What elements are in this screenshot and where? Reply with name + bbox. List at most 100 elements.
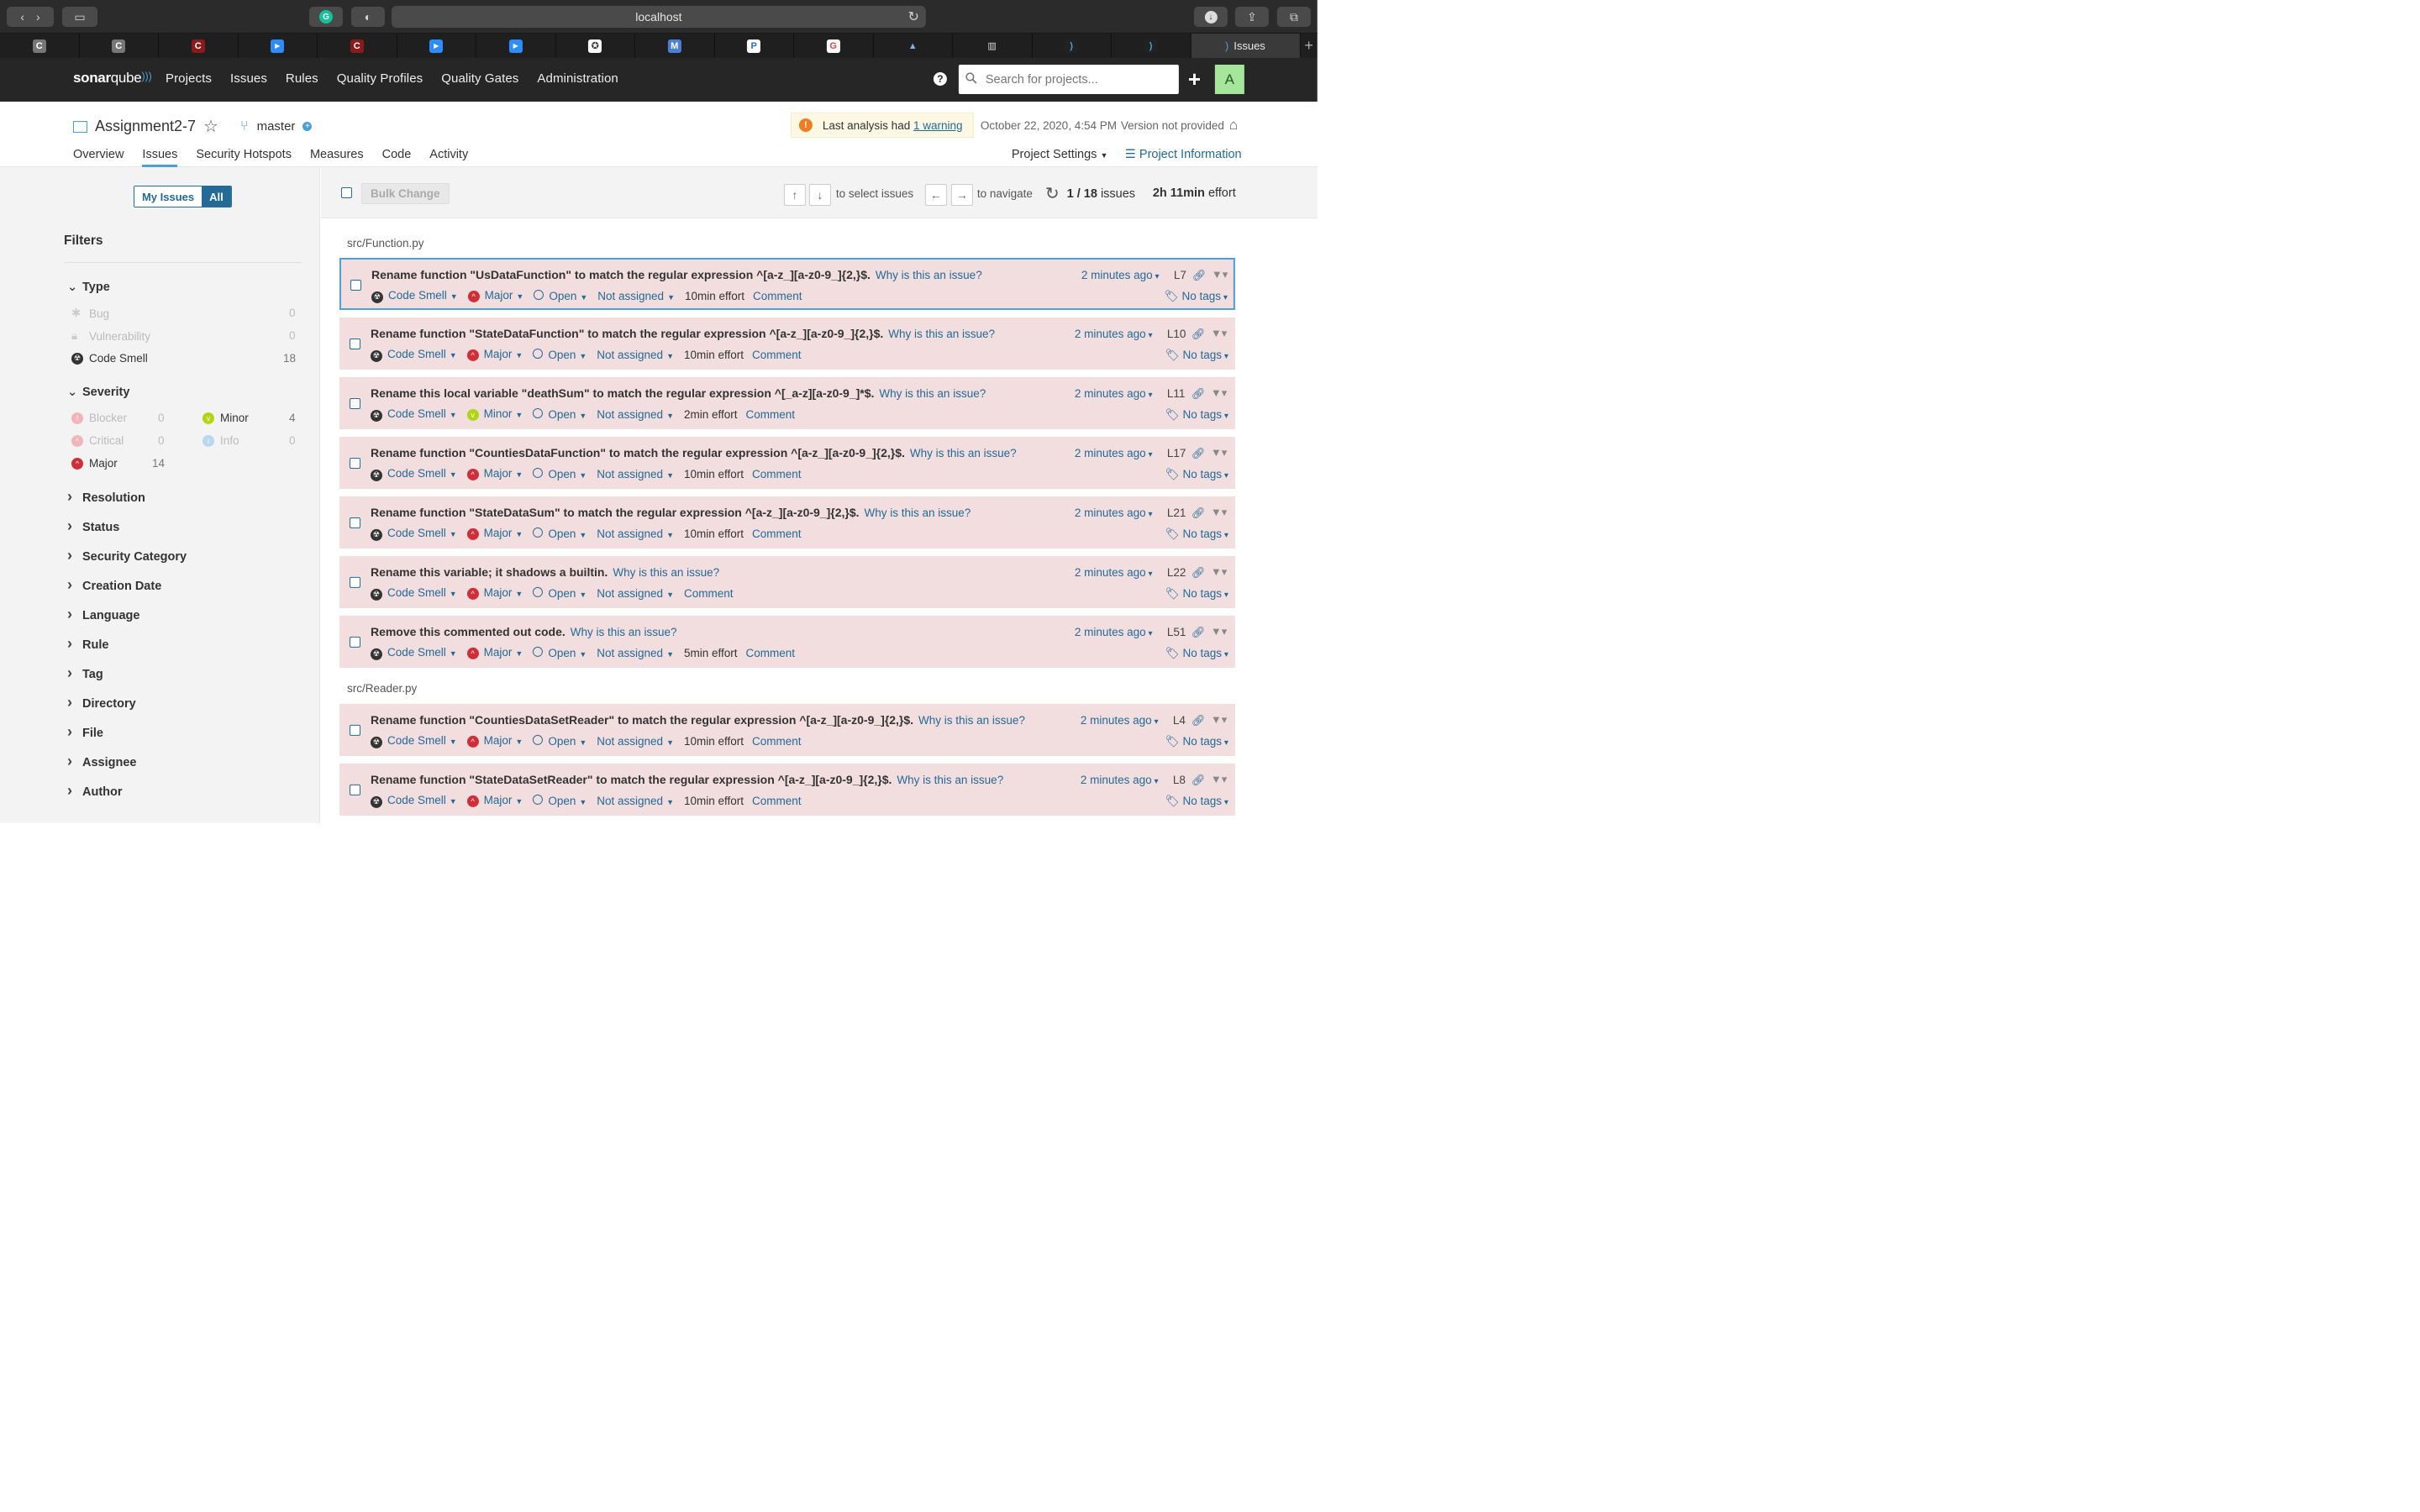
browser-tab[interactable]: ▶: [476, 33, 556, 58]
filter-funnel-icon[interactable]: ▼▾: [1211, 625, 1227, 638]
facet-security-category-header[interactable]: › Security Category: [67, 548, 187, 564]
issue-creation-time[interactable]: 2 minutes ago ▾: [1081, 714, 1159, 727]
issue-status-dropdown[interactable]: Open ▼: [534, 289, 587, 302]
filter-funnel-icon[interactable]: ▼▾: [1211, 386, 1227, 400]
browser-tab[interactable]: C: [159, 33, 239, 58]
browser-tab[interactable]: ▲: [873, 33, 953, 58]
facet-severity-info[interactable]: i Info: [202, 434, 239, 447]
issue-line-number[interactable]: L11: [1167, 387, 1186, 400]
issue-row[interactable]: Rename this local variable "deathSum" to…: [339, 376, 1235, 429]
issue-checkbox[interactable]: [349, 724, 360, 736]
nav-link-quality-gates[interactable]: Quality Gates: [441, 71, 518, 86]
browser-tab[interactable]: G: [794, 33, 874, 58]
issue-assignee-dropdown[interactable]: Not assigned ▼: [597, 735, 674, 748]
issue-type-dropdown[interactable]: ☢ Code Smell ▼: [370, 646, 457, 660]
sonarqube-logo[interactable]: sonarqube))): [73, 70, 152, 87]
issue-checkbox[interactable]: [349, 397, 360, 409]
nav-link-rules[interactable]: Rules: [286, 71, 318, 86]
issue-comment-link[interactable]: Comment: [753, 290, 802, 302]
facet-assignee-header[interactable]: › Assignee: [67, 753, 136, 769]
my-issues-button[interactable]: My Issues: [134, 186, 203, 207]
issue-type-dropdown[interactable]: ☢ Code Smell ▼: [370, 467, 457, 481]
facet-type-bug[interactable]: ✱ Bug: [71, 307, 109, 320]
project-name[interactable]: Assignment2-7: [95, 118, 196, 135]
project-search-box[interactable]: [958, 64, 1179, 94]
why-is-this-an-issue-link[interactable]: Why is this an issue?: [910, 447, 1017, 459]
issue-tags-dropdown[interactable]: 🏷︎ No tags ▾: [1165, 408, 1228, 422]
tab-issues[interactable]: Issues: [142, 148, 178, 167]
why-is-this-an-issue-link[interactable]: Why is this an issue?: [897, 774, 1003, 786]
facet-severity-major[interactable]: ^ Major: [71, 457, 118, 470]
permalink-chain-icon[interactable]: 🔗︎: [1192, 507, 1206, 520]
nav-link-quality-profiles[interactable]: Quality Profiles: [337, 71, 423, 86]
facet-severity-critical[interactable]: ^ Critical: [71, 434, 124, 447]
issue-severity-dropdown[interactable]: ^ Major ▼: [466, 794, 523, 808]
issue-message[interactable]: Remove this commented out code. Why is th…: [371, 625, 677, 638]
why-is-this-an-issue-link[interactable]: Why is this an issue?: [918, 714, 1025, 727]
issue-checkbox[interactable]: [349, 338, 360, 349]
permalink-chain-icon[interactable]: 🔗︎: [1192, 626, 1206, 639]
issue-severity-dropdown[interactable]: ^ Major ▼: [466, 348, 523, 362]
favorite-star-icon[interactable]: ☆: [203, 116, 218, 137]
issue-message[interactable]: Rename function "StateDataSetReader" to …: [371, 773, 1003, 786]
issue-row[interactable]: Rename function "UsDataFunction" to matc…: [339, 257, 1235, 310]
browser-tab[interactable]: C: [318, 33, 397, 58]
project-settings-menu[interactable]: Project Settings ▼: [1012, 148, 1108, 161]
issue-checkbox[interactable]: [350, 279, 361, 291]
issue-severity-dropdown[interactable]: ^ Major ▼: [466, 527, 523, 541]
issue-assignee-dropdown[interactable]: Not assigned ▼: [597, 408, 674, 421]
issue-severity-dropdown[interactable]: ^ Major ▼: [466, 734, 523, 748]
permalink-chain-icon[interactable]: 🔗︎: [1192, 774, 1206, 787]
issue-severity-dropdown[interactable]: ^ Major ▼: [466, 586, 523, 601]
tab-activity[interactable]: Activity: [429, 148, 468, 167]
issue-checkbox[interactable]: [349, 636, 360, 648]
issue-row[interactable]: Remove this commented out code. Why is th…: [339, 615, 1235, 668]
privacy-extension-button[interactable]: ◐: [350, 6, 385, 27]
permalink-chain-icon[interactable]: 🔗︎: [1192, 714, 1206, 727]
tab-measures[interactable]: Measures: [310, 148, 364, 167]
why-is-this-an-issue-link[interactable]: Why is this an issue?: [876, 269, 982, 281]
permalink-chain-icon[interactable]: 🔗︎: [1192, 387, 1206, 401]
issue-status-dropdown[interactable]: Open ▼: [533, 646, 587, 659]
facet-status-header[interactable]: › Status: [67, 518, 119, 534]
tab-overview-button[interactable]: ⧉: [1276, 6, 1311, 27]
issue-message[interactable]: Rename function "CountiesDataSetReader" …: [371, 713, 1025, 727]
back-icon[interactable]: ‹: [20, 10, 24, 24]
permalink-chain-icon[interactable]: 🔗︎: [1192, 447, 1206, 460]
facet-file-header[interactable]: › File: [67, 724, 103, 740]
new-tab-icon[interactable]: +: [1300, 34, 1317, 58]
issue-comment-link[interactable]: Comment: [746, 408, 796, 421]
issue-comment-link[interactable]: Comment: [752, 795, 802, 807]
issue-tags-dropdown[interactable]: 🏷︎ No tags ▾: [1165, 587, 1228, 601]
issue-assignee-dropdown[interactable]: Not assigned ▼: [597, 795, 674, 807]
issue-status-dropdown[interactable]: Open ▼: [533, 527, 587, 540]
issue-message[interactable]: Rename this variable; it shadows a built…: [371, 565, 719, 579]
issue-severity-dropdown[interactable]: v Minor ▼: [466, 407, 523, 422]
downloads-button[interactable]: ↓: [1193, 6, 1228, 27]
tab-code[interactable]: Code: [382, 148, 412, 167]
issue-status-dropdown[interactable]: Open ▼: [533, 586, 587, 600]
tab-overview[interactable]: Overview: [73, 148, 124, 167]
facet-tag-header[interactable]: › Tag: [67, 665, 103, 681]
reload-icon[interactable]: ↻: [908, 8, 918, 25]
issue-assignee-dropdown[interactable]: Not assigned ▼: [597, 528, 674, 540]
issue-tags-dropdown[interactable]: 🏷︎ No tags ▾: [1165, 468, 1228, 481]
issue-comment-link[interactable]: Comment: [684, 587, 734, 600]
permalink-chain-icon[interactable]: 🔗︎: [1192, 328, 1206, 341]
issue-type-dropdown[interactable]: ☢ Code Smell ▼: [370, 794, 457, 808]
issue-line-number[interactable]: L22: [1167, 566, 1186, 579]
share-button[interactable]: ⇪: [1234, 6, 1269, 27]
nav-link-administration[interactable]: Administration: [537, 71, 618, 86]
issue-checkbox[interactable]: [349, 784, 360, 795]
issue-creation-time[interactable]: 2 minutes ago ▾: [1075, 507, 1153, 519]
create-plus-icon[interactable]: +: [1188, 66, 1201, 92]
issue-tags-dropdown[interactable]: 🏷︎ No tags ▾: [1165, 528, 1228, 541]
issue-status-dropdown[interactable]: Open ▼: [533, 407, 587, 421]
issue-creation-time[interactable]: 2 minutes ago ▾: [1075, 387, 1153, 400]
issue-comment-link[interactable]: Comment: [752, 735, 802, 748]
nav-link-projects[interactable]: Projects: [166, 71, 212, 86]
issue-status-dropdown[interactable]: Open ▼: [533, 794, 587, 807]
issue-comment-link[interactable]: Comment: [752, 528, 802, 540]
browser-tab[interactable]: ▶: [238, 33, 318, 58]
issue-creation-time[interactable]: 2 minutes ago ▾: [1081, 269, 1160, 281]
